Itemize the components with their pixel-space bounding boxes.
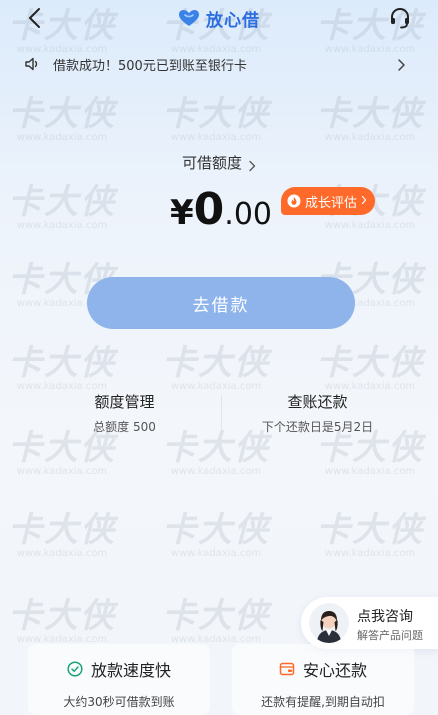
watermark: 卡大侠www.kadaxia.com	[316, 94, 424, 143]
feature-subtitle: 还款有提醒,到期自动扣	[261, 695, 385, 709]
account-cards: 额度管理 总额度 500 查账还款 下个还款日是5月2日	[28, 385, 414, 455]
notice-text: 借款成功！500元已到账至银行卡	[53, 59, 247, 74]
wallet-icon	[279, 661, 295, 677]
card-subtitle: 下个还款日是5月2日	[261, 420, 374, 434]
feature-safe-repay: 安心还款 还款有提醒,到期自动扣	[232, 644, 414, 715]
consult-widget[interactable]: 点我咨询 解答产品问题	[301, 597, 438, 649]
growth-evaluation-badge[interactable]: 成长评估	[281, 187, 376, 215]
feature-fast-loan: 放款速度快 大约30秒可借款到账	[28, 644, 210, 715]
feature-title: 安心还款	[302, 661, 367, 680]
card-subtitle: 总额度 500	[93, 420, 156, 434]
flame-icon	[287, 194, 301, 208]
credit-label-link[interactable]: 可借额度	[0, 152, 438, 173]
watermark: 卡大侠www.kadaxia.com	[8, 510, 116, 559]
brand-title: 放心借	[0, 6, 438, 31]
brand-logo-icon	[178, 9, 200, 27]
feature-subtitle: 大约30秒可借款到账	[63, 695, 175, 709]
clock-icon	[67, 661, 83, 677]
nav-bar: 放心借	[0, 0, 438, 36]
repayment-card[interactable]: 查账还款 下个还款日是5月2日	[221, 385, 414, 455]
card-title: 查账还款	[287, 393, 348, 411]
watermark: 卡大侠www.kadaxia.com	[8, 596, 116, 645]
watermark: 卡大侠www.kadaxia.com	[8, 94, 116, 143]
headset-icon[interactable]	[388, 6, 412, 30]
credit-label: 可借额度	[181, 154, 242, 172]
watermark: 卡大侠www.kadaxia.com	[162, 596, 270, 645]
borrow-button[interactable]: 去借款	[87, 277, 355, 329]
consult-subtitle: 解答产品问题	[357, 629, 423, 642]
brand-name: 放心借	[206, 10, 260, 31]
feature-list: 放款速度快 大约30秒可借款到账 安心还款 还款有提醒,到期自动扣	[28, 644, 414, 715]
watermark: 卡大侠www.kadaxia.com	[162, 510, 270, 559]
agent-avatar	[309, 603, 349, 643]
badge-label: 成长评估	[305, 195, 358, 211]
amount-decimal: .00	[224, 197, 273, 232]
chevron-right-icon	[248, 157, 256, 171]
credit-amount-area: ¥0.00 成长评估	[0, 184, 438, 240]
speaker-icon	[24, 56, 40, 72]
amount-integer: 0	[193, 184, 225, 235]
chevron-right-icon	[361, 194, 367, 209]
page: 卡大侠 www.kadaxia.com 卡大侠 www.kadaxia.com 卡大…	[0, 0, 438, 715]
feature-title: 放款速度快	[90, 661, 171, 680]
watermark: 卡大侠www.kadaxia.com	[162, 94, 270, 143]
consult-title: 点我咨询	[357, 609, 413, 625]
credit-management-card[interactable]: 额度管理 总额度 500	[28, 385, 221, 455]
chevron-right-icon	[396, 57, 406, 71]
card-title: 额度管理	[94, 393, 155, 411]
currency-symbol: ¥	[170, 193, 194, 233]
notice-bar[interactable]: 借款成功！500元已到账至银行卡	[0, 48, 438, 80]
credit-amount: ¥0.00	[170, 184, 272, 235]
watermark: 卡大侠www.kadaxia.com	[316, 510, 424, 559]
